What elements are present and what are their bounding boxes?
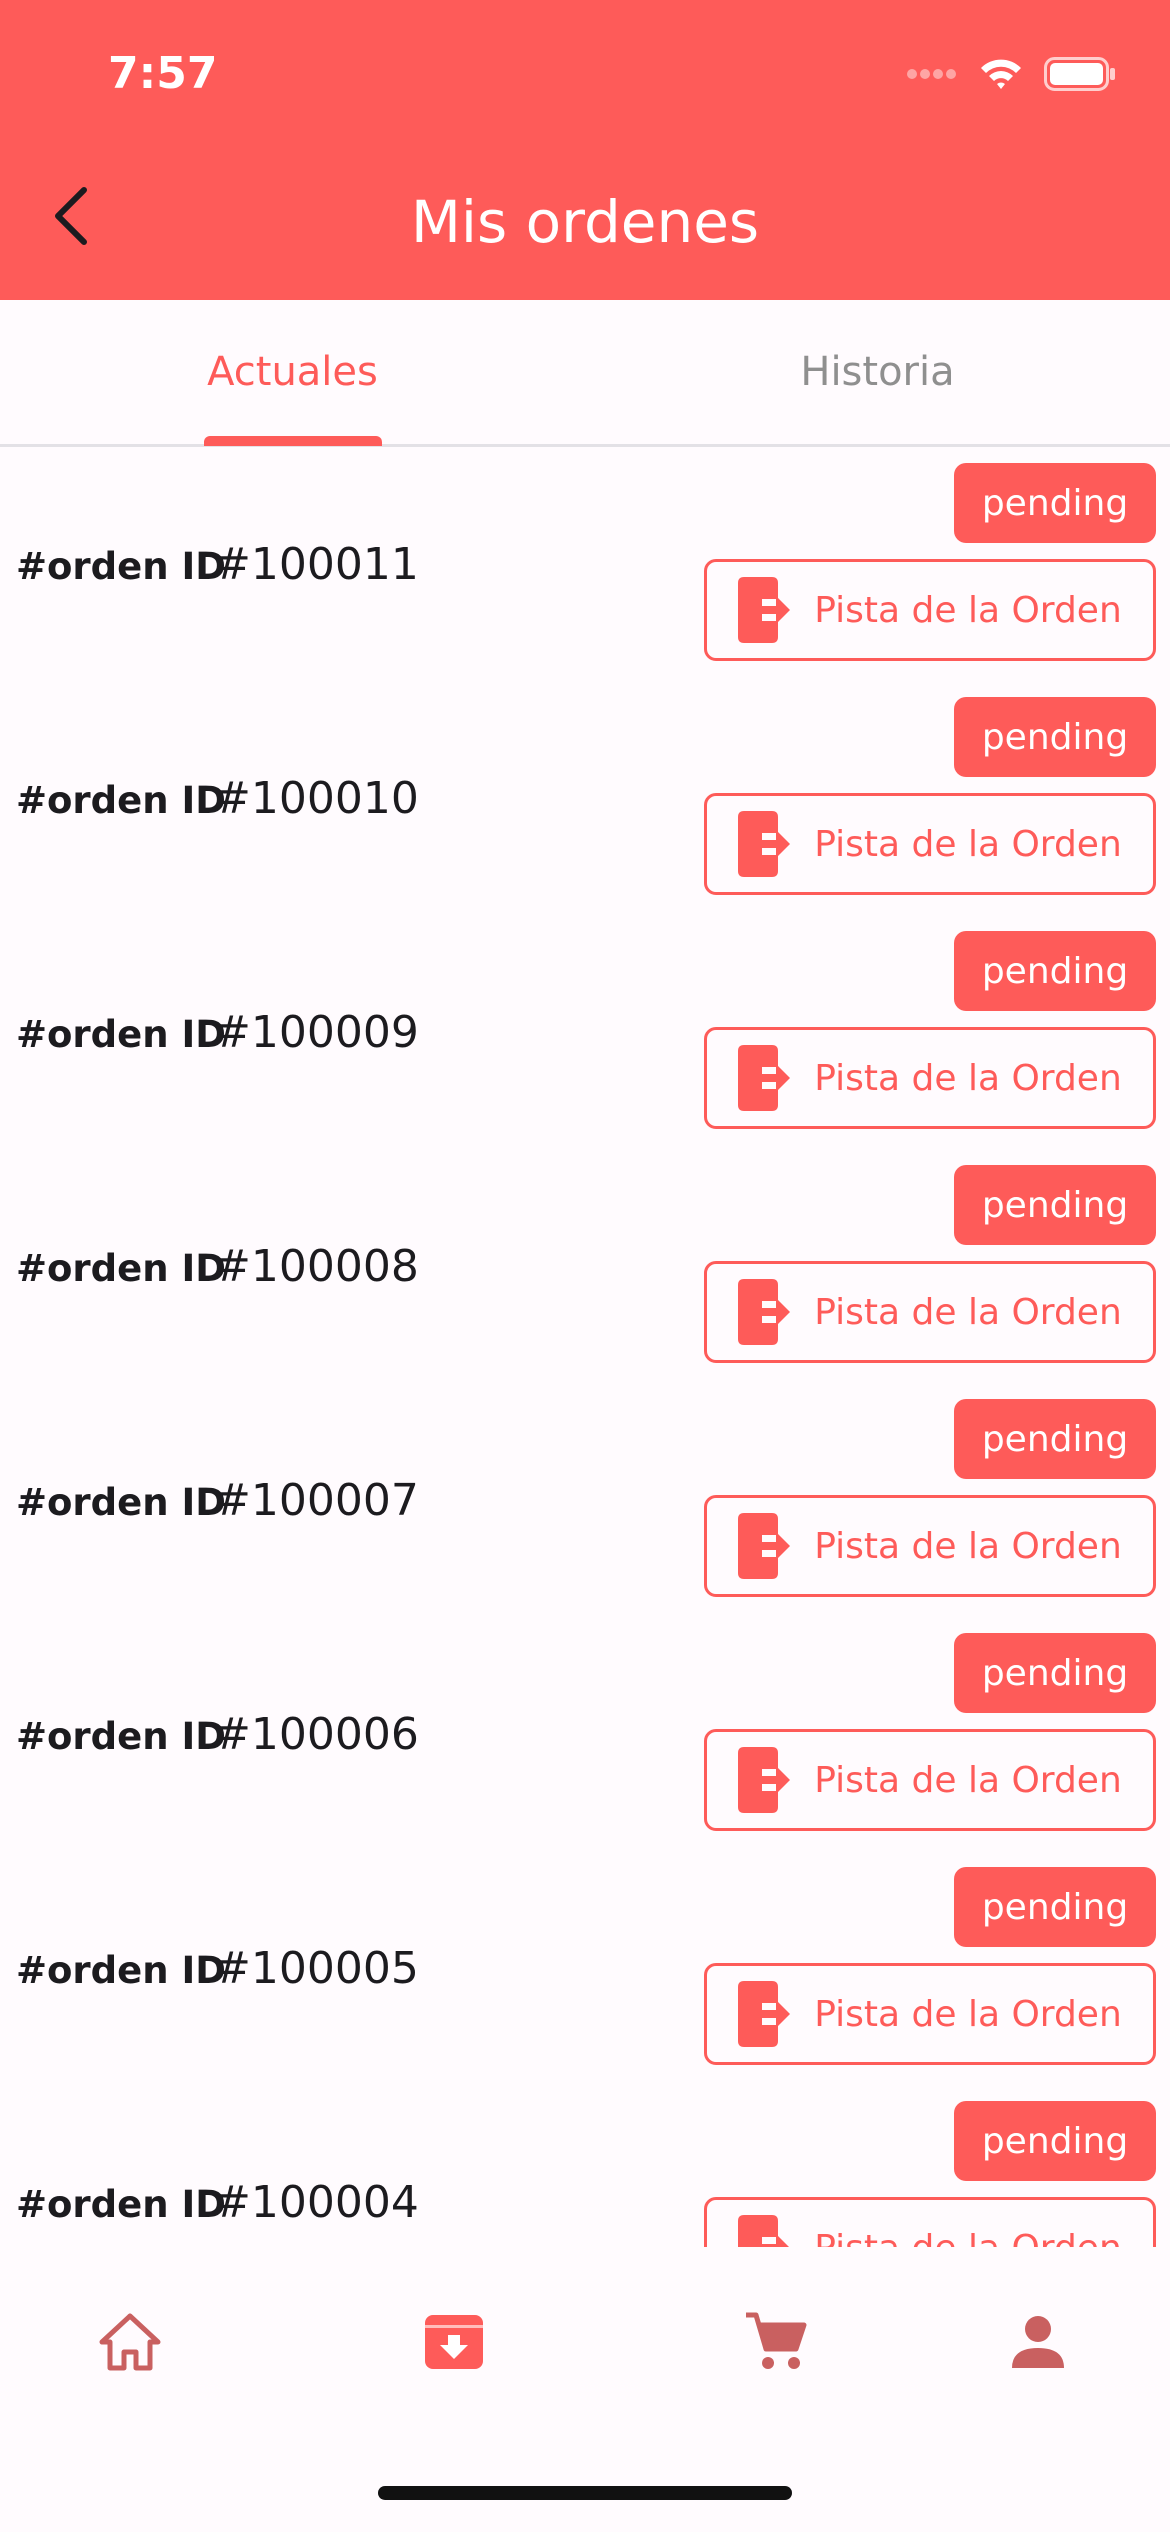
status-badge: pending bbox=[954, 1399, 1156, 1479]
tab-actuales[interactable]: Actuales bbox=[0, 300, 585, 444]
status-badge: pending bbox=[954, 697, 1156, 777]
track-order-label: Pista de la Orden bbox=[814, 823, 1122, 865]
order-id-label: #orden ID bbox=[16, 545, 226, 588]
person-icon bbox=[1012, 2316, 1064, 2368]
list-item: #orden ID #100008 pending Pista de la Or… bbox=[0, 1149, 1170, 1383]
tab-historia[interactable]: Historia bbox=[585, 300, 1170, 444]
order-id-label: #orden ID bbox=[16, 1247, 226, 1290]
track-order-label: Pista de la Orden bbox=[814, 1525, 1122, 1567]
exit-icon bbox=[738, 1045, 791, 1111]
exit-icon bbox=[738, 1279, 791, 1345]
order-id-value: #100006 bbox=[214, 1709, 419, 1760]
track-order-button[interactable]: Pista de la Orden bbox=[704, 1963, 1156, 2065]
tab-bar: Actuales Historia bbox=[0, 300, 1170, 447]
track-order-button[interactable]: Pista de la Orden bbox=[704, 1495, 1156, 1597]
order-id-value: #100010 bbox=[214, 773, 419, 824]
nav-profile[interactable] bbox=[1006, 2310, 1070, 2374]
wifi-icon bbox=[981, 59, 1021, 89]
track-order-button[interactable]: Pista de la Orden bbox=[704, 1261, 1156, 1363]
list-item: #orden ID #100009 pending Pista de la Or… bbox=[0, 915, 1170, 1149]
track-order-label: Pista de la Orden bbox=[814, 1291, 1122, 1333]
track-order-label: Pista de la Orden bbox=[814, 1759, 1122, 1801]
track-order-button[interactable]: Pista de la Orden bbox=[704, 2197, 1156, 2247]
nav-home[interactable] bbox=[98, 2310, 162, 2374]
order-id-label: #orden ID bbox=[16, 2183, 226, 2226]
order-id-value: #100011 bbox=[214, 539, 419, 590]
track-order-button[interactable]: Pista de la Orden bbox=[704, 559, 1156, 661]
order-id-value: #100009 bbox=[214, 1007, 419, 1058]
cart-icon bbox=[746, 2312, 807, 2369]
order-id-label: #orden ID bbox=[16, 1949, 226, 1992]
track-order-button[interactable]: Pista de la Orden bbox=[704, 1729, 1156, 1831]
order-id-value: #100007 bbox=[214, 1475, 419, 1526]
status-badge: pending bbox=[954, 931, 1156, 1011]
archive-download-icon bbox=[425, 2315, 483, 2369]
status-badge: pending bbox=[954, 463, 1156, 543]
track-order-button[interactable]: Pista de la Orden bbox=[704, 1027, 1156, 1129]
order-id-label: #orden ID bbox=[16, 779, 226, 822]
track-order-label: Pista de la Orden bbox=[814, 1993, 1122, 2035]
order-id-value: #100005 bbox=[214, 1943, 419, 1994]
nav-cart[interactable] bbox=[744, 2310, 808, 2374]
status-badge: pending bbox=[954, 2101, 1156, 2181]
list-item: #orden ID #100011 pending Pista de la Or… bbox=[0, 447, 1170, 681]
order-id-value: #100008 bbox=[214, 1241, 419, 1292]
tab-indicator bbox=[204, 436, 382, 446]
list-item: #orden ID #100004 pending Pista de la Or… bbox=[0, 2085, 1170, 2247]
app-bar: 7:57 Mis ordenes bbox=[0, 0, 1170, 300]
exit-icon bbox=[738, 1747, 791, 1813]
list-item: #orden ID #100007 pending Pista de la Or… bbox=[0, 1383, 1170, 1617]
track-order-button[interactable]: Pista de la Orden bbox=[704, 793, 1156, 895]
page-title: Mis ordenes bbox=[410, 188, 760, 256]
signal-icon bbox=[907, 69, 956, 79]
status-badge: pending bbox=[954, 1633, 1156, 1713]
exit-icon bbox=[738, 1981, 791, 2047]
exit-icon bbox=[738, 2215, 790, 2247]
home-icon bbox=[99, 2313, 161, 2371]
list-item: #orden ID #100005 pending Pista de la Or… bbox=[0, 1851, 1170, 2085]
bottom-navigation bbox=[0, 2250, 1170, 2430]
order-id-label: #orden ID bbox=[16, 1715, 226, 1758]
order-id-value: #100004 bbox=[214, 2177, 419, 2228]
home-indicator bbox=[378, 2486, 792, 2500]
orders-list[interactable]: #orden ID #100011 pending Pista de la Or… bbox=[0, 447, 1170, 2247]
order-id-label: #orden ID bbox=[16, 1481, 226, 1524]
track-order-label: Pista de la Orden bbox=[814, 1057, 1122, 1099]
nav-orders[interactable] bbox=[422, 2310, 486, 2374]
track-order-label: Pista de la Orden bbox=[814, 589, 1122, 631]
status-badge: pending bbox=[954, 1867, 1156, 1947]
exit-icon bbox=[738, 811, 791, 877]
order-id-label: #orden ID bbox=[16, 1013, 226, 1056]
list-item: #orden ID #100006 pending Pista de la Or… bbox=[0, 1617, 1170, 1851]
track-order-label: Pista de la Orden bbox=[814, 2228, 1122, 2248]
status-time: 7:57 bbox=[108, 48, 218, 99]
status-icons bbox=[906, 56, 1116, 92]
battery-icon bbox=[1044, 57, 1115, 91]
exit-icon bbox=[738, 577, 791, 643]
exit-icon bbox=[738, 1513, 791, 1579]
list-item: #orden ID #100010 pending Pista de la Or… bbox=[0, 681, 1170, 915]
status-badge: pending bbox=[954, 1165, 1156, 1245]
